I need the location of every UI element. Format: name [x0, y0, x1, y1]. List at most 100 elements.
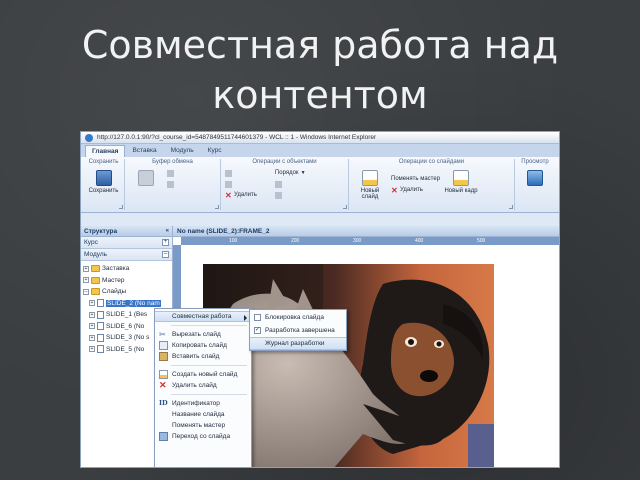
expand-icon[interactable]: + — [89, 311, 95, 318]
preview-button[interactable] — [519, 168, 551, 188]
collapse-icon[interactable]: – — [83, 288, 89, 295]
redo-icon — [225, 180, 232, 188]
menu-item-copy[interactable]: Копировать слайд — [155, 340, 251, 351]
menu-item-label: Совместная работа — [172, 313, 232, 320]
copy-button[interactable] — [167, 179, 174, 189]
delete-object-label: Удалить — [234, 192, 257, 198]
tab-insert[interactable]: Вставка — [125, 144, 163, 157]
save-button-label: Сохранить — [88, 188, 119, 194]
menu-item-delete[interactable]: ✕ Удалить слайд — [155, 380, 251, 391]
checkbox-icon[interactable] — [254, 314, 261, 321]
order-dropdown[interactable]: Порядок ▼ — [275, 168, 306, 178]
group-expand-icon[interactable] — [343, 205, 347, 209]
undo-button[interactable] — [225, 168, 257, 178]
delete-slide-label: Удалить — [400, 187, 423, 193]
tree-slide-label: SLIDE_1 (Bes — [106, 311, 148, 319]
menu-item-id[interactable]: ID Идентификатор — [155, 398, 251, 409]
new-slide-button[interactable]: Новый слайд — [353, 168, 387, 200]
menu-item-paste[interactable]: Вставить слайд — [155, 351, 251, 362]
tree-item-slides[interactable]: – Слайды — [83, 286, 170, 298]
new-frame-label: Новый кадр — [444, 188, 478, 194]
arrange-icon — [274, 191, 282, 199]
menu-item-collab[interactable]: Совместная работа — [155, 311, 251, 322]
tree-slide-label: SLIDE_3 (No s — [106, 334, 150, 342]
change-master-button[interactable]: Поменять мастер — [391, 174, 440, 184]
tree-slide-label: SLIDE_2 (No nam — [106, 299, 161, 307]
group-title: Операции с объектами — [252, 159, 317, 165]
menu-item-label: Удалить слайд — [172, 382, 217, 389]
menu-item-label: Поменять мастер — [172, 422, 226, 429]
ruler-mark: 500 — [477, 238, 486, 244]
cut-button[interactable] — [167, 168, 174, 178]
order-label: Порядок — [274, 170, 299, 176]
blank-icon — [159, 421, 168, 430]
group-objects: Операции с объектами ✕ Удалить Порядок ▼ — [221, 159, 349, 210]
expand-icon[interactable]: + — [83, 265, 89, 272]
module-section[interactable]: Модуль – — [81, 249, 172, 261]
undo-icon — [225, 169, 232, 177]
context-menu: Совместная работа ✂ Вырезать слайд Копир… — [154, 308, 252, 467]
menu-item-change-master[interactable]: Поменять мастер — [155, 420, 251, 431]
arrange-button[interactable] — [274, 190, 306, 200]
checkmark-icon[interactable]: ✓ — [254, 327, 261, 334]
group-save: Сохранить Сохранить — [83, 159, 125, 210]
group-clipboard: Буфер обмена — [125, 159, 221, 210]
group-title: Буфер обмена — [152, 159, 193, 165]
floppy-icon — [95, 170, 112, 186]
menu-item-cut[interactable]: ✂ Вырезать слайд — [155, 329, 251, 340]
menu-item-label: Копировать слайд — [172, 342, 227, 349]
submenu-item-log[interactable]: Журнал разработки — [250, 337, 346, 350]
delete-x-icon: ✕ — [159, 380, 167, 390]
tree-item-label: Заставка — [102, 265, 130, 273]
redo-button[interactable] — [225, 179, 257, 189]
submenu-item-lock[interactable]: Блокировка слайда — [250, 311, 346, 324]
minus-icon[interactable]: – — [162, 251, 169, 258]
group-expand-icon[interactable] — [215, 205, 219, 209]
slide-icon — [97, 333, 104, 342]
canvas-header: No name (SLIDE_2):FRAME_2 — [173, 226, 559, 237]
course-section[interactable]: Курс + — [81, 237, 172, 249]
tree-item-label: Слайды — [102, 288, 127, 296]
menu-item-label: Создать новый слайд — [172, 371, 238, 378]
collapse-icon[interactable]: « — [166, 228, 169, 234]
group-expand-icon[interactable] — [509, 205, 513, 209]
slide-icon — [97, 310, 104, 319]
paste-button[interactable] — [129, 168, 163, 188]
align-button[interactable] — [274, 179, 306, 189]
delete-x-icon: ✕ — [391, 185, 398, 195]
browser-screenshot: http://127.0.0.1:90/?cl_course_id=548784… — [80, 131, 560, 468]
tree-item-master[interactable]: + Мастер — [83, 275, 170, 287]
group-expand-icon[interactable] — [119, 205, 123, 209]
tree-slide-label: SLIDE_6 (No — [106, 322, 145, 330]
delete-slide-button[interactable]: ✕ Удалить — [391, 185, 440, 195]
window-titlebar: http://127.0.0.1:90/?cl_course_id=548784… — [81, 132, 559, 144]
save-button[interactable]: Сохранить — [87, 168, 120, 194]
tab-course[interactable]: Курс — [201, 144, 229, 157]
new-frame-button[interactable]: Новый кадр — [444, 168, 478, 194]
expand-icon[interactable]: + — [89, 323, 95, 330]
menu-item-goto[interactable]: Переход со слайда — [155, 431, 251, 442]
delete-x-icon: ✕ — [225, 190, 232, 200]
blank-icon — [159, 312, 168, 321]
plus-icon[interactable]: + — [162, 239, 169, 246]
group-preview: Просмотр — [515, 159, 555, 210]
slide-icon — [97, 345, 104, 354]
menu-item-label: Название слайда — [172, 411, 225, 418]
menu-item-name[interactable]: Название слайда — [155, 409, 251, 420]
tab-module[interactable]: Модуль — [164, 144, 201, 157]
canvas-title: No name (SLIDE_2):FRAME_2 — [177, 227, 270, 235]
expand-icon[interactable]: + — [89, 334, 95, 341]
delete-object-button[interactable]: ✕ Удалить — [225, 190, 257, 200]
slide-title: Совместная работа над контентом — [81, 23, 559, 117]
submenu-item-label: Блокировка слайда — [265, 314, 324, 321]
tab-home[interactable]: Главная — [85, 145, 126, 157]
group-slides: Операции со слайдами Новый слайд Поменят… — [349, 159, 515, 210]
ruler-mark: 300 — [353, 238, 362, 244]
expand-icon[interactable]: + — [83, 277, 89, 284]
submenu-item-done[interactable]: ✓ Разработка завершена — [250, 324, 346, 337]
expand-icon[interactable]: + — [89, 300, 95, 307]
folder-icon — [91, 288, 100, 296]
expand-icon[interactable]: + — [89, 346, 95, 353]
tree-item-intro[interactable]: + Заставка — [83, 263, 170, 275]
menu-item-new[interactable]: Создать новый слайд — [155, 369, 251, 380]
